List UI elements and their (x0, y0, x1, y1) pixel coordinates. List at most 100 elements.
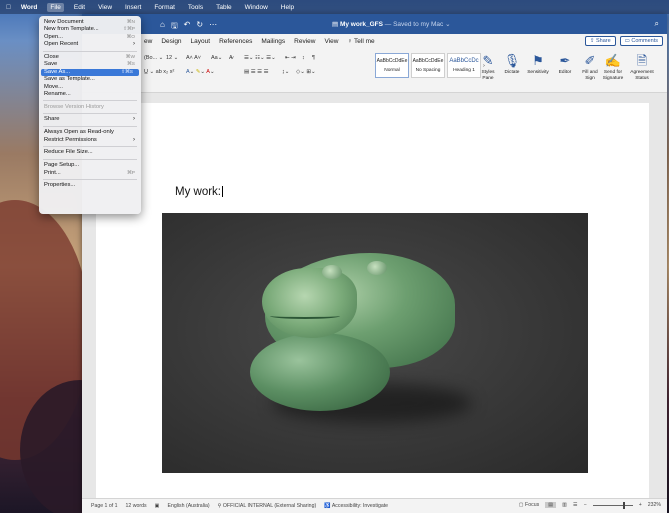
menu-item-open-recent[interactable]: Open Recent › (39, 41, 141, 48)
zoom-level[interactable]: 232% (648, 502, 661, 508)
font-size-select[interactable]: 12 ⌄ (166, 55, 178, 61)
home-icon[interactable]: ⌂ (160, 20, 165, 34)
more-icon[interactable]: ⋯ (209, 20, 217, 34)
save-status[interactable]: — Saved to my Mac ⌄ (383, 21, 451, 28)
menu-tools[interactable]: Tools (185, 3, 206, 12)
zoom-slider-knob[interactable] (622, 501, 625, 509)
redo-icon[interactable]: ↻ (196, 20, 203, 34)
dictate-button[interactable]: 🎙 Dictate (501, 53, 523, 76)
menu-item-browse-version-history: Browse Version History (39, 104, 141, 111)
menu-word[interactable]: Word (18, 3, 41, 12)
document-heading[interactable]: My work: (175, 186, 223, 198)
menu-item-save-as[interactable]: Save As... ⇧⌘S (41, 68, 139, 77)
menu-item-restrict-permissions[interactable]: Restrict Permissions › (39, 137, 141, 144)
grow-font-icon[interactable]: A˄ A˅ (186, 55, 201, 61)
tab-view[interactable]: View (324, 38, 338, 45)
document-canvas: My work: (82, 93, 667, 498)
menu-edit[interactable]: Edit (71, 3, 88, 12)
language[interactable]: English (Australia) (168, 503, 210, 509)
menu-item-new-document[interactable]: New Document ⌘N (39, 19, 141, 26)
tool-label: Send for Signature (602, 70, 624, 81)
menu-item-share[interactable]: Share › (39, 116, 141, 123)
menu-insert[interactable]: Insert (122, 3, 144, 12)
underline-icon[interactable]: U̲ ⌄ ab x₂ x² (144, 69, 174, 75)
style-normal[interactable]: AaBbCcDdEe Normal (375, 53, 409, 78)
style-preview: AaBbCcDdEe (376, 58, 408, 64)
jade-toad-image[interactable] (162, 213, 588, 473)
clear-format-icon[interactable]: A̷ (229, 55, 233, 61)
tab-layout[interactable]: Layout (191, 38, 211, 45)
menu-item-label: Move... (44, 83, 64, 90)
align-icon[interactable]: ▤ ☰ ☰ ☰ (244, 69, 269, 75)
save-icon[interactable]: 🖫 (171, 20, 178, 34)
menu-item-page-setup[interactable]: Page Setup... (39, 162, 141, 169)
tab-view-partial[interactable]: ew (144, 38, 152, 45)
toad-head (262, 268, 357, 338)
share-button[interactable]: ⇪ Share (584, 36, 616, 46)
word-count[interactable]: 12 words (126, 503, 147, 509)
comment-icon: ▭ (624, 38, 630, 44)
tell-me-search[interactable]: ♀ Tell me (347, 38, 374, 45)
style-no-spacing[interactable]: AaBbCcDdEe No Spacing (411, 53, 445, 78)
print-layout-icon[interactable]: ▤ (545, 502, 557, 508)
zoom-out-icon[interactable]: − (584, 502, 587, 508)
menu-item-new-from-template[interactable]: New from Template... ⇧⌘P (39, 26, 141, 33)
document-page[interactable]: My work: (96, 103, 649, 498)
menu-item-print[interactable]: Print... ⌘P (39, 170, 141, 177)
fill-and-sign-button[interactable]: ✐ Fill and Sign (580, 53, 600, 81)
menu-item-save[interactable]: Save ⌘S (39, 61, 141, 68)
classification-label[interactable]: ⚲ OFFICIAL INTERNAL (External Sharing) (218, 503, 317, 509)
zoom-slider[interactable] (592, 501, 633, 509)
line-spacing-icon[interactable]: ↨⌄ (282, 69, 289, 75)
focus-button[interactable]: ▢ Focus (519, 502, 540, 508)
menu-shortcut: ⇧⌘P (122, 27, 135, 33)
menu-format[interactable]: Format (151, 3, 178, 12)
read-mode-icon[interactable]: ☰ (573, 502, 578, 508)
pilcrow-icon[interactable]: ¶ (312, 55, 315, 61)
change-case-icon[interactable]: Aa⌄ (211, 55, 222, 61)
menu-item-save-as-template[interactable]: Save as Template... (39, 76, 141, 83)
menu-item-reduce-file-size[interactable]: Reduce File Size... (39, 149, 141, 156)
tab-design[interactable]: Design (161, 38, 181, 45)
toad-eye (322, 265, 342, 279)
proofing-icon[interactable]: ▣ (155, 503, 160, 509)
menu-file[interactable]: File (47, 2, 64, 12)
apple-icon[interactable]:  (6, 4, 11, 11)
toad-ball (250, 333, 390, 411)
menu-item-close[interactable]: Close ⌘W (39, 54, 141, 61)
menu-window[interactable]: Window (242, 3, 271, 12)
menu-item-label: Restrict Permissions (44, 136, 97, 143)
font-name-select[interactable]: (Bo... ⌄ (144, 55, 163, 61)
shading-icon[interactable]: ◇⌄ ⊞⌄ (296, 69, 316, 75)
send-for-signature-button[interactable]: ✍ Send for Signature (601, 53, 625, 81)
style-heading-1[interactable]: AaBbCcDc Heading 1 (447, 53, 481, 78)
menu-help[interactable]: Help (278, 3, 297, 12)
comments-button[interactable]: ▭ Comments (619, 36, 663, 46)
tab-mailings[interactable]: Mailings (261, 38, 285, 45)
menu-item-move[interactable]: Move... (39, 84, 141, 91)
sort-icon[interactable]: ↕ (302, 55, 305, 61)
undo-icon[interactable]: ↶ (184, 20, 191, 34)
menu-item-properties[interactable]: Properties... (39, 182, 141, 189)
menu-item-open[interactable]: Open... ⌘O (39, 34, 141, 41)
menu-view[interactable]: View (95, 3, 115, 12)
menu-item-always-open-read-only[interactable]: Always Open as Read-only (39, 129, 141, 136)
styles-pane-button[interactable]: ✎ Styles Pane (477, 53, 499, 81)
lightbulb-icon: ♀ (347, 38, 353, 45)
menu-separator (43, 100, 137, 102)
page-count[interactable]: Page 1 of 1 (91, 503, 118, 509)
web-layout-icon[interactable]: ▥ (562, 502, 567, 508)
editor-button[interactable]: ✒ Editor (555, 53, 575, 76)
tab-review[interactable]: Review (294, 38, 315, 45)
agreement-status-button[interactable]: 🗎 Agreement Status (629, 53, 655, 81)
sensitivity-button[interactable]: ⚑ Sensitivity (525, 53, 551, 76)
tab-references[interactable]: References (219, 38, 252, 45)
bullets-icon[interactable]: ☰⌄ ☷⌄ ☰⌄ (244, 55, 276, 61)
search-icon[interactable]: ⌕ (655, 19, 659, 29)
zoom-in-icon[interactable]: + (639, 502, 642, 508)
indent-icon[interactable]: ⇤ ⇥ (285, 55, 296, 61)
accessibility-status[interactable]: ♿ Accessibility: Investigate (324, 503, 388, 509)
menu-table[interactable]: Table (213, 3, 235, 12)
font-color-icon[interactable]: A⌄ ✎⌄ A⌄ (186, 69, 215, 75)
menu-item-rename[interactable]: Rename... (39, 91, 141, 98)
